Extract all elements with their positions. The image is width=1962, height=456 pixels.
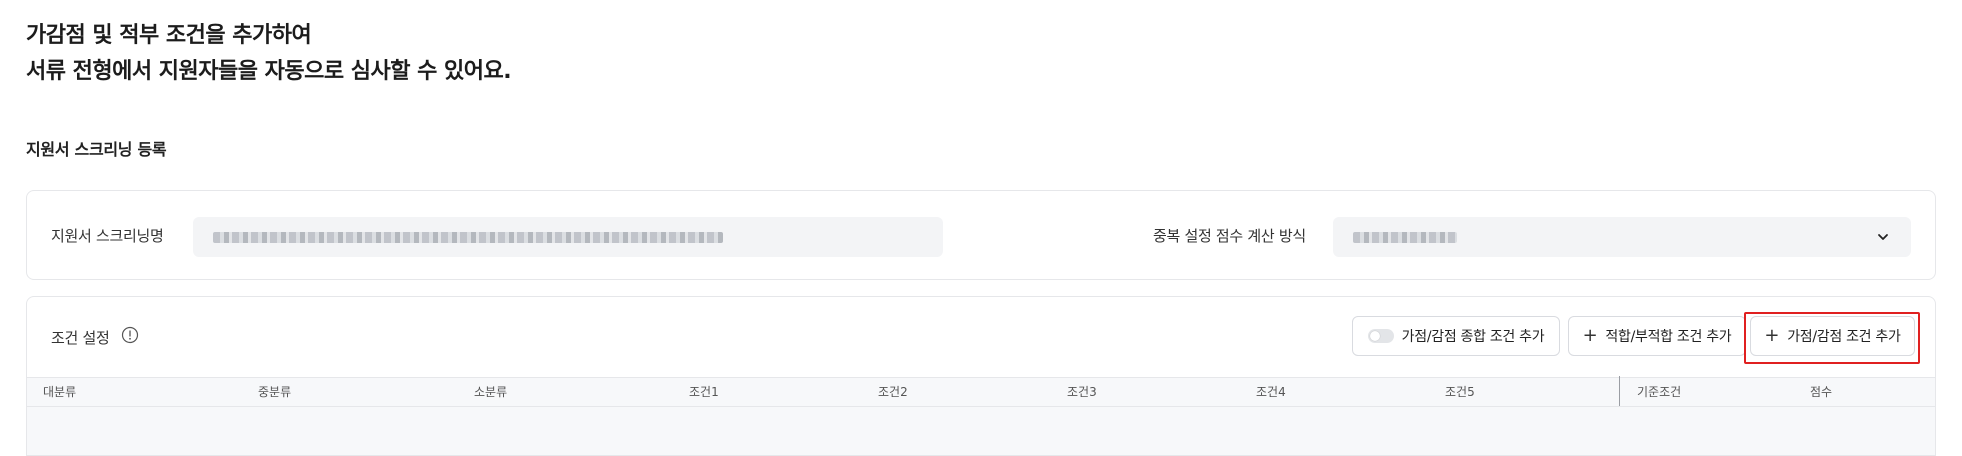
- column-divider: [1619, 376, 1620, 406]
- col-middle-category: 중분류: [258, 385, 292, 399]
- total-condition-toggle[interactable]: [1367, 329, 1394, 343]
- add-total-condition-label: 가점/감점 종합 조건 추가: [1401, 329, 1545, 345]
- col-condition-1: 조건1: [689, 385, 719, 399]
- col-minor-category: 소분류: [474, 385, 508, 399]
- condition-settings-card: 조건 설정 가점/감점 종합 조건 추가 + 적합/부적합 조건 추가 + 가점…: [26, 296, 1936, 456]
- plus-icon: +: [1582, 325, 1598, 346]
- col-condition-3: 조건3: [1067, 385, 1097, 399]
- col-base-condition: 기준조건: [1637, 385, 1682, 399]
- calc-method-label: 중복 설정 점수 계산 방식: [1153, 227, 1306, 245]
- add-fit-condition-label: 적합/부적합 조건 추가: [1605, 329, 1732, 345]
- page-heading: 가감점 및 적부 조건을 추가하여 서류 전형에서 지원자들을 자동으로 심사할…: [26, 18, 512, 90]
- col-condition-4: 조건4: [1256, 385, 1286, 399]
- add-score-condition-button[interactable]: + 가점/감점 조건 추가: [1750, 316, 1915, 356]
- col-score: 점수: [1810, 385, 1833, 399]
- add-score-condition-label: 가점/감점 조건 추가: [1787, 329, 1901, 345]
- col-condition-2: 조건2: [878, 385, 908, 399]
- screening-name-input[interactable]: [193, 217, 943, 257]
- add-total-condition-button[interactable]: 가점/감점 종합 조건 추가: [1352, 316, 1560, 356]
- section-title: 지원서 스크리닝 등록: [26, 140, 167, 159]
- condition-settings-title: 조건 설정: [51, 329, 110, 347]
- calc-method-select[interactable]: [1333, 217, 1911, 257]
- redacted-value: [1353, 232, 1457, 243]
- heading-line-2: 서류 전형에서 지원자들을 자동으로 심사할 수 있어요.: [26, 59, 512, 84]
- add-fit-condition-button[interactable]: + 적합/부적합 조건 추가: [1568, 316, 1746, 356]
- screening-info-card: 지원서 스크리닝명 중복 설정 점수 계산 방식: [26, 190, 1936, 280]
- info-icon[interactable]: [121, 326, 139, 344]
- col-condition-5: 조건5: [1445, 385, 1475, 399]
- conditions-table-header: 대분류 중분류 소분류 조건1 조건2 조건3 조건4 조건5 기준조건 점수: [27, 376, 1935, 407]
- heading-line-1: 가감점 및 적부 조건을 추가하여: [26, 23, 312, 48]
- chevron-down-icon: [1878, 234, 1888, 240]
- conditions-table-body: [27, 407, 1935, 455]
- screening-name-label: 지원서 스크리닝명: [51, 227, 164, 245]
- redacted-value: [213, 232, 723, 243]
- plus-icon: +: [1764, 325, 1780, 346]
- col-major-category: 대분류: [43, 385, 77, 399]
